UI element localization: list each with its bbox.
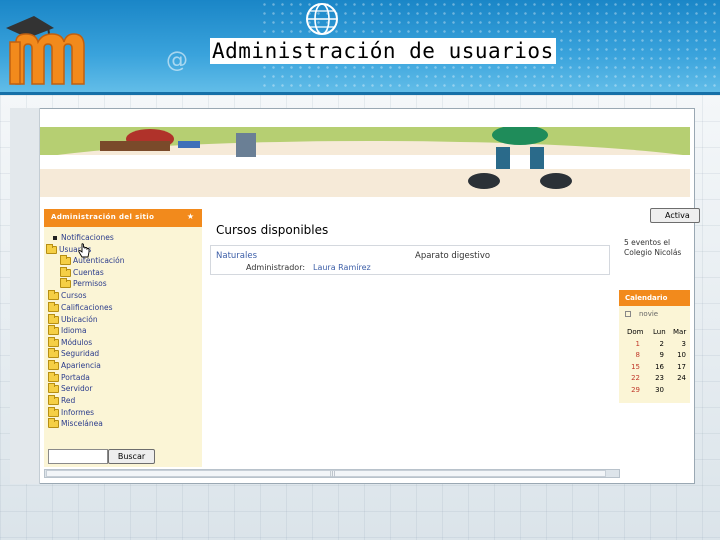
courses-title: Cursos disponibles [216, 223, 329, 237]
news-line: 5 eventos el [624, 238, 671, 247]
screenshot-side-strip [10, 108, 40, 484]
calendar-weekday: Mar [673, 328, 687, 336]
calendar-day[interactable]: 10 [674, 351, 686, 359]
admin-item-label: Miscelánea [61, 419, 103, 428]
calendar-day[interactable]: 9 [652, 351, 664, 359]
news-line: Colegio Nicolás [624, 248, 682, 257]
admin-item-apariencia[interactable]: Apariencia [48, 360, 101, 372]
folder-icon [48, 418, 59, 428]
admin-item-idioma[interactable]: Idioma [48, 325, 87, 337]
admin-item-label: Notificaciones [61, 233, 114, 242]
admin-item-label: Módulos [61, 338, 93, 347]
calendar-day[interactable]: 1 [628, 340, 640, 348]
calendar-weekday: Lun [653, 328, 666, 336]
admin-item-red[interactable]: Red [48, 395, 76, 407]
calendar-day[interactable]: 17 [674, 363, 686, 371]
folder-icon [60, 267, 71, 277]
at-sign-decoration: @ [166, 48, 188, 73]
admin-item-autenticacion[interactable]: Autenticación [60, 255, 125, 267]
slide-title: Administración de usuarios [210, 38, 556, 64]
admin-item-label: Idioma [61, 326, 87, 335]
admin-item-label: Ubicación [61, 315, 98, 324]
admin-item-label: Cuentas [73, 268, 104, 277]
folder-icon [48, 395, 59, 405]
admin-item-servidor[interactable]: Servidor [48, 383, 93, 395]
header-divider [0, 92, 720, 95]
scrollbar-thumb[interactable] [46, 470, 606, 477]
folder-icon [48, 348, 59, 358]
admin-item-label: Informes [61, 408, 94, 417]
search-button[interactable]: Buscar [108, 449, 155, 464]
course-admin-label: Administrador: [246, 263, 306, 272]
site-banner [40, 127, 690, 197]
folder-icon [48, 372, 59, 382]
activate-editing-button[interactable]: Activa [650, 208, 700, 223]
calendar-day[interactable]: 15 [628, 363, 640, 371]
folder-icon [48, 407, 59, 417]
folder-open-icon [46, 244, 57, 254]
calendar-day[interactable]: 2 [652, 340, 664, 348]
hand-cursor-icon [78, 243, 90, 258]
admin-block-title: Administración del sitio [51, 213, 155, 221]
admin-item-label: Seguridad [61, 349, 100, 358]
scrollbar-grip-icon: ||| [330, 471, 336, 477]
globe-icon [306, 3, 338, 35]
folder-icon [48, 337, 59, 347]
course-admin-link[interactable]: Laura Ramírez [313, 263, 371, 272]
calendar-weekday: Dom [627, 328, 644, 336]
admin-search-input[interactable] [48, 449, 108, 464]
admin-item-label: Apariencia [61, 361, 101, 370]
calendar-day[interactable]: 29 [628, 386, 640, 394]
calendar-day[interactable]: 8 [628, 351, 640, 359]
calendar-day[interactable]: 30 [652, 386, 664, 394]
folder-icon [60, 255, 71, 265]
admin-item-cursos[interactable]: Cursos [48, 290, 87, 302]
folder-icon [48, 383, 59, 393]
course-name-link[interactable]: Naturales [216, 251, 257, 261]
calendar-nav[interactable]: novie [625, 310, 658, 318]
calendar-day[interactable]: 22 [628, 374, 640, 382]
admin-item-miscelanea[interactable]: Miscelánea [48, 418, 103, 430]
folder-icon [48, 360, 59, 370]
moodle-logo [6, 16, 85, 85]
admin-item-ubicacion[interactable]: Ubicación [48, 314, 98, 326]
collapse-icon[interactable]: ★ [187, 212, 194, 221]
calendar-title: Calendario [625, 294, 668, 302]
folder-icon [48, 325, 59, 335]
slide-header: @ Administración de usuarios [0, 0, 720, 92]
admin-item-calificaciones[interactable]: Calificaciones [48, 302, 113, 314]
folder-icon [48, 314, 59, 324]
folder-icon [60, 278, 71, 288]
admin-item-permisos[interactable]: Permisos [60, 278, 107, 290]
calendar-day[interactable]: 3 [674, 340, 686, 348]
bullet-icon [53, 235, 57, 240]
calendar-day[interactable]: 16 [652, 363, 664, 371]
calendar-day[interactable]: 23 [652, 374, 664, 382]
course-description: Aparato digestivo [415, 251, 491, 261]
admin-item-label: Calificaciones [61, 303, 113, 312]
folder-icon [48, 302, 59, 312]
calendar-month: novie [639, 310, 659, 318]
prev-month-icon[interactable] [625, 311, 631, 317]
admin-item-label: Cursos [61, 291, 87, 300]
admin-item-label: Servidor [61, 384, 93, 393]
admin-item-label: Red [61, 396, 76, 405]
admin-item-label: Portada [61, 373, 90, 382]
folder-icon [48, 290, 59, 300]
admin-item-seguridad[interactable]: Seguridad [48, 348, 100, 360]
admin-item-label: Permisos [73, 279, 107, 288]
calendar-day[interactable]: 24 [674, 374, 686, 382]
